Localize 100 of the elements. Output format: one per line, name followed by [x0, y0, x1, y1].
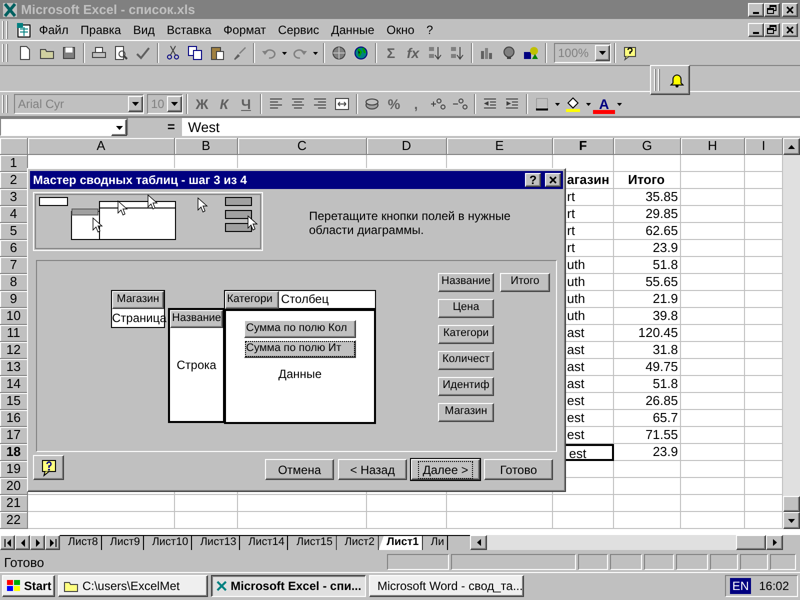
table-cell[interactable]: 35.85	[614, 189, 681, 206]
row-header[interactable]: 14	[0, 376, 28, 393]
row-header[interactable]: 1	[0, 155, 28, 172]
menu-item[interactable]: Файл	[34, 22, 74, 38]
toolbar-grip[interactable]	[654, 69, 660, 91]
toolbar-grip[interactable]	[2, 44, 8, 62]
table-cell[interactable]	[681, 478, 745, 495]
table-cell[interactable]	[681, 359, 745, 376]
last-sheet-button[interactable]	[45, 535, 60, 550]
table-cell[interactable]	[681, 257, 745, 274]
row-header[interactable]: 3	[0, 189, 28, 206]
row-header[interactable]: 18	[0, 444, 28, 461]
menu-item[interactable]: Сервис	[273, 22, 324, 38]
column-header[interactable]: D	[367, 138, 447, 155]
close-button[interactable]	[545, 173, 561, 187]
row-header[interactable]: 21	[0, 495, 28, 512]
table-cell[interactable]	[681, 172, 745, 189]
table-cell[interactable]: 120.45	[614, 325, 681, 342]
row-header[interactable]: 2	[0, 172, 28, 189]
taskbar-button[interactable]: Microsoft Word - свод_та...	[369, 575, 524, 597]
taskbar-button[interactable]: C:\users\ExcelMet	[58, 575, 208, 597]
table-cell[interactable]	[175, 512, 238, 529]
table-cell[interactable]	[238, 495, 367, 512]
toolbar-grip[interactable]	[2, 95, 8, 113]
menu-item[interactable]: ?	[421, 22, 438, 38]
sheet-tab[interactable]: Лист2	[336, 536, 379, 550]
table-cell[interactable]	[553, 512, 614, 529]
dialog-button[interactable]: Далее >	[411, 459, 480, 480]
table-cell[interactable]	[367, 495, 447, 512]
field-button[interactable]: Сумма по полю Кол	[244, 320, 356, 338]
menu-item[interactable]: Формат	[218, 22, 272, 38]
row-header[interactable]: 7	[0, 257, 28, 274]
row-header[interactable]: 5	[0, 223, 28, 240]
row-header[interactable]: 12	[0, 342, 28, 359]
formula-field[interactable]: West	[182, 118, 800, 136]
column-header[interactable]: F	[553, 138, 614, 155]
table-cell[interactable]	[614, 461, 681, 478]
field-button[interactable]: Магазин	[438, 403, 494, 422]
table-cell[interactable]	[681, 189, 745, 206]
table-cell[interactable]	[681, 223, 745, 240]
table-cell[interactable]: 51.8	[614, 376, 681, 393]
table-cell[interactable]	[238, 512, 367, 529]
row-header[interactable]: 6	[0, 240, 28, 257]
table-cell[interactable]	[447, 495, 553, 512]
table-cell[interactable]: 26.85	[614, 393, 681, 410]
row-header[interactable]: 9	[0, 291, 28, 308]
scroll-right-button[interactable]	[766, 535, 783, 550]
select-all-button[interactable]	[0, 138, 28, 155]
field-button[interactable]: Категори	[438, 325, 494, 344]
menu-item[interactable]: Вид	[128, 22, 160, 38]
table-cell[interactable]	[681, 206, 745, 223]
table-cell[interactable]	[681, 444, 745, 461]
row-header[interactable]: 8	[0, 274, 28, 291]
menu-item[interactable]: Данные	[326, 22, 380, 38]
field-button[interactable]: Название	[438, 273, 494, 292]
dialog-button[interactable]: Готово	[484, 459, 553, 480]
row-header[interactable]: 4	[0, 206, 28, 223]
table-cell[interactable]: 71.55	[614, 427, 681, 444]
dialog-button[interactable]: < Назад	[338, 459, 407, 480]
row-area[interactable]: Название Строка	[168, 308, 224, 423]
column-header[interactable]: H	[681, 138, 745, 155]
table-cell[interactable]	[681, 495, 745, 512]
start-button[interactable]: Start	[2, 575, 56, 597]
table-cell[interactable]: 62.65	[614, 223, 681, 240]
minimize-button[interactable]	[748, 2, 764, 16]
table-cell[interactable]: 49.75	[614, 359, 681, 376]
data-area[interactable]: Сумма по полю Кол Сумма по полю Ит Данные	[224, 309, 376, 424]
field-button[interactable]: Категори	[225, 291, 279, 309]
row-header[interactable]: 11	[0, 325, 28, 342]
column-header[interactable]: A	[28, 138, 175, 155]
row-header[interactable]: 16	[0, 410, 28, 427]
table-cell[interactable]	[681, 461, 745, 478]
table-cell[interactable]	[367, 512, 447, 529]
table-cell[interactable]	[681, 240, 745, 257]
scroll-down-button[interactable]	[783, 512, 800, 529]
field-button[interactable]: Идентиф	[438, 377, 494, 396]
table-cell[interactable]	[681, 155, 745, 172]
table-cell[interactable]	[681, 427, 745, 444]
column-header[interactable]: G	[614, 138, 681, 155]
table-cell[interactable]	[681, 274, 745, 291]
restore-button[interactable]	[764, 22, 780, 36]
help-button[interactable]	[33, 455, 64, 480]
table-cell[interactable]	[681, 308, 745, 325]
row-header[interactable]: 19	[0, 461, 28, 478]
font-color-button[interactable]: A	[593, 94, 615, 114]
table-cell[interactable]: 65.7	[614, 410, 681, 427]
table-cell[interactable]: 55.65	[614, 274, 681, 291]
table-cell[interactable]	[447, 512, 553, 529]
scrollbar-thumb[interactable]	[783, 496, 800, 512]
table-cell[interactable]	[681, 342, 745, 359]
toolbar-grip[interactable]	[2, 20, 8, 38]
name-box-field[interactable]	[0, 118, 128, 136]
column-header[interactable]: C	[238, 138, 367, 155]
table-cell[interactable]	[681, 410, 745, 427]
sheet-tab[interactable]: Лист1	[378, 536, 423, 550]
menu-item[interactable]: Вставка	[162, 22, 216, 38]
table-cell[interactable]	[681, 376, 745, 393]
next-sheet-button[interactable]	[30, 535, 45, 550]
menu-item[interactable]: Окно	[381, 22, 420, 38]
table-cell[interactable]: 29.85	[614, 206, 681, 223]
